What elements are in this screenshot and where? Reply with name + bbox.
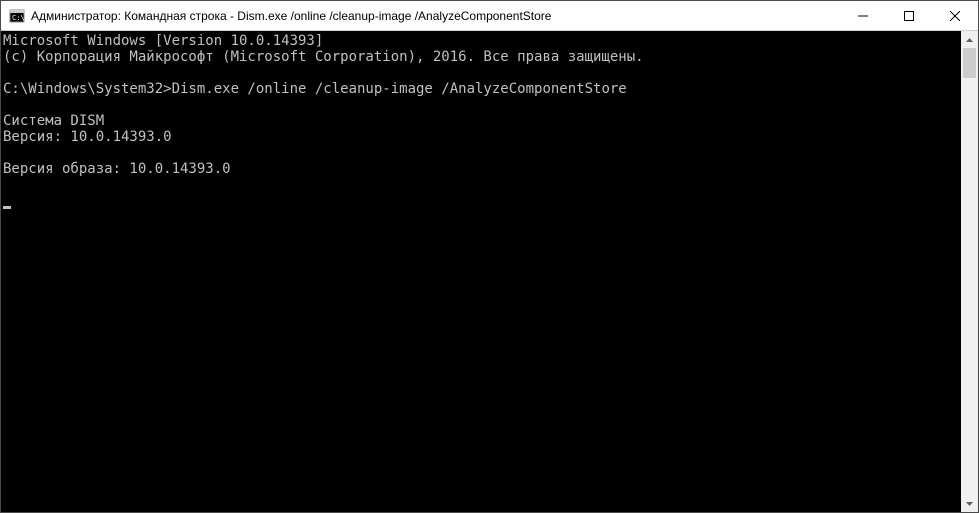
window-controls: [840, 1, 978, 30]
close-button[interactable]: [932, 1, 978, 30]
vertical-scrollbar[interactable]: [961, 31, 978, 512]
cursor: [3, 206, 11, 209]
app-icon: C:\: [9, 8, 25, 24]
minimize-button[interactable]: [840, 1, 886, 30]
chevron-down-icon: [966, 502, 973, 506]
scroll-track[interactable]: [961, 48, 978, 495]
window-title: Администратор: Командная строка - Dism.e…: [31, 9, 840, 23]
maximize-button[interactable]: [886, 1, 932, 30]
window-frame: C:\ Администратор: Командная строка - Di…: [0, 0, 979, 513]
titlebar[interactable]: C:\ Администратор: Командная строка - Di…: [1, 1, 978, 31]
svg-text:C:\: C:\: [12, 14, 25, 22]
chevron-up-icon: [966, 38, 973, 42]
terminal-output[interactable]: Microsoft Windows [Version 10.0.14393] (…: [1, 31, 961, 512]
client-area: Microsoft Windows [Version 10.0.14393] (…: [1, 31, 978, 512]
scroll-thumb[interactable]: [963, 48, 976, 78]
scroll-down-button[interactable]: [961, 495, 978, 512]
scroll-up-button[interactable]: [961, 31, 978, 48]
